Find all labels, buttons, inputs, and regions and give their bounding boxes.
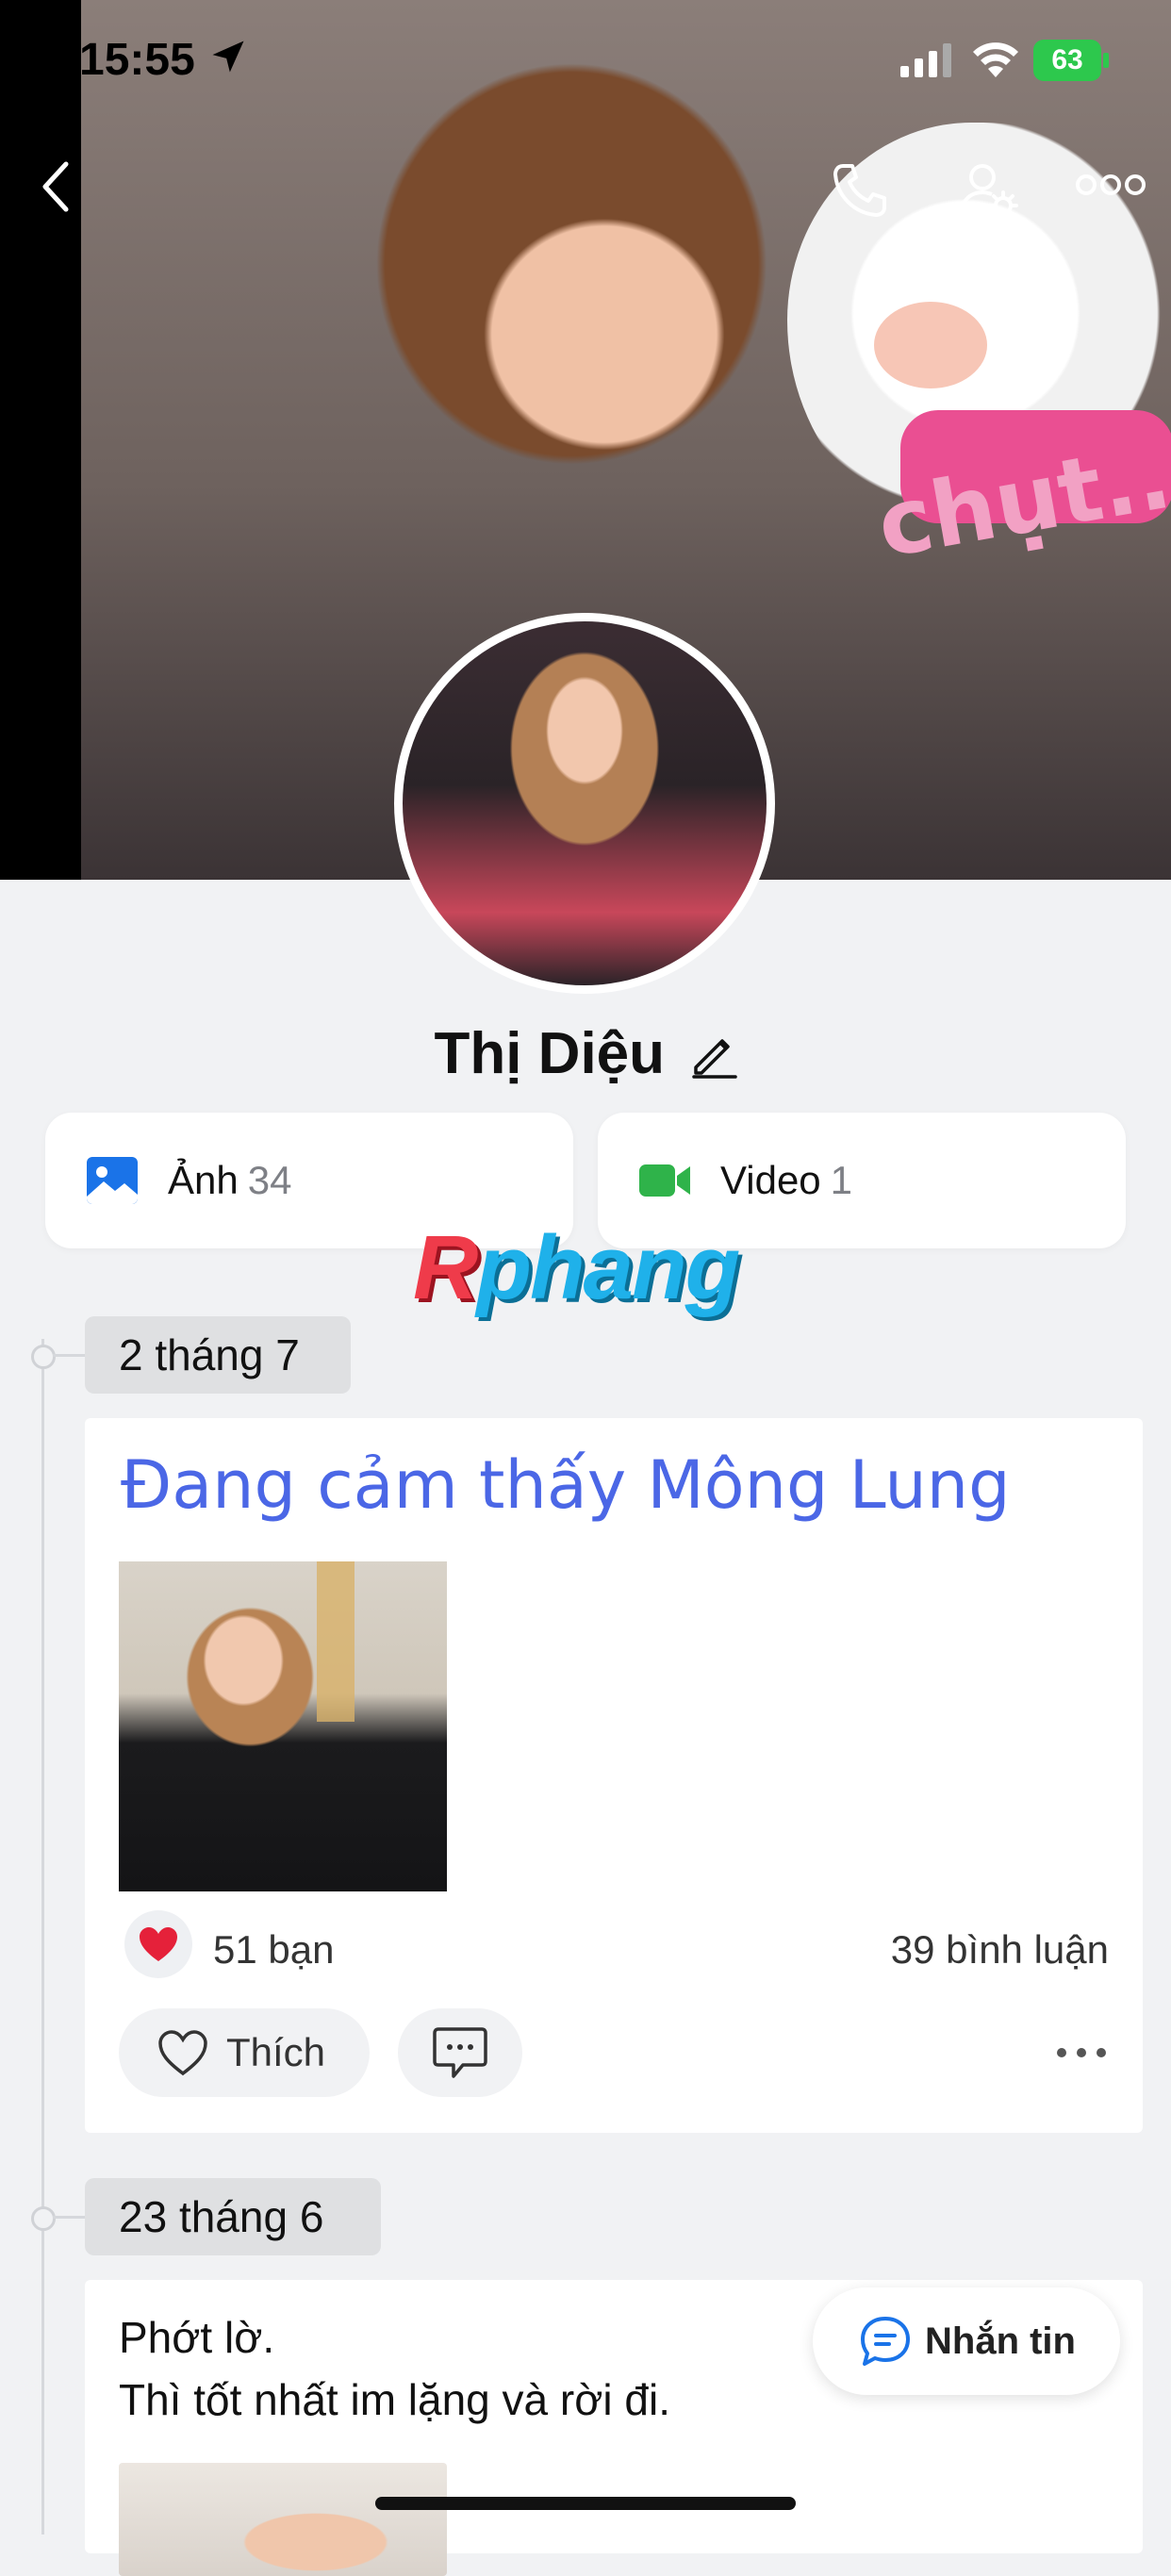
cover-left-margin — [0, 0, 81, 880]
heart-outline-icon — [158, 2030, 207, 2076]
videos-label: Video — [720, 1158, 821, 1202]
more-horizontal-icon — [1076, 174, 1146, 195]
chat-bubble-icon — [861, 2317, 910, 2366]
comment-button[interactable] — [398, 2008, 522, 2097]
timeline-date-chip: 2 tháng 7 — [85, 1316, 351, 1394]
more-options-button[interactable] — [1075, 166, 1146, 204]
timeline-dot — [31, 1345, 56, 1369]
call-button[interactable] — [826, 157, 894, 224]
battery-tip — [1103, 53, 1109, 68]
timeline-dot — [31, 2206, 56, 2231]
profile-avatar[interactable] — [394, 613, 775, 994]
post-photo[interactable] — [119, 2463, 447, 2576]
watermark-logo: Rphang — [413, 1216, 740, 1320]
cellular-signal-icon — [900, 43, 951, 77]
edit-pencil-icon[interactable] — [688, 1030, 737, 1079]
watermark-word: phang — [476, 1217, 740, 1318]
like-button[interactable]: Thích — [119, 2008, 370, 2097]
post-photo[interactable] — [119, 1561, 447, 1891]
avatar-image — [403, 621, 767, 985]
post-text-line: Phớt lờ. — [119, 2313, 275, 2362]
profile-name-row: Thị Diệu — [0, 1020, 1171, 1087]
photos-label: Ảnh — [168, 1158, 239, 1202]
post-more-icon[interactable] — [1054, 2040, 1109, 2065]
comment-count[interactable]: 39 bình luận — [891, 1927, 1109, 1973]
user-settings-icon — [960, 164, 1018, 221]
sticker-nose — [874, 302, 987, 388]
reaction-count[interactable]: 51 bạn — [213, 1927, 334, 1973]
chevron-left-icon — [42, 161, 69, 212]
video-camera-icon — [639, 1164, 690, 1197]
timeline-line — [41, 1339, 44, 2535]
timeline-post: Đang cảm thấy Mông Lung 51 bạn 39 bình l… — [85, 1418, 1143, 2133]
comment-icon — [433, 2027, 487, 2078]
status-time: 15:55 — [79, 35, 195, 85]
timeline-date-chip: 23 tháng 6 — [85, 2178, 381, 2255]
send-message-button[interactable]: Nhắn tin — [813, 2287, 1120, 2395]
image-icon — [87, 1157, 138, 1204]
location-arrow-icon — [212, 41, 244, 73]
back-button[interactable] — [26, 157, 87, 217]
wifi-icon — [973, 42, 1018, 77]
reaction-badge[interactable] — [124, 1910, 192, 1978]
home-indicator — [375, 2497, 796, 2510]
post-text[interactable]: Phớt lờ. Thì tốt nhất im lặng và rời đi. — [119, 2306, 670, 2431]
phone-icon — [833, 164, 886, 217]
send-message-label: Nhắn tin — [925, 2320, 1076, 2362]
battery-indicator: 63 — [1033, 40, 1101, 81]
post-text-line: Thì tốt nhất im lặng và rời đi. — [119, 2375, 670, 2424]
photos-count: 34 — [247, 1158, 292, 1202]
videos-count: 1 — [830, 1158, 853, 1202]
like-label: Thích — [226, 2030, 326, 2074]
post-status-text[interactable]: Đang cảm thấy Mông Lung — [121, 1446, 1011, 1524]
timeline-connector — [53, 1354, 85, 1357]
heart-reaction-icon — [140, 1927, 177, 1961]
friend-settings-button[interactable] — [954, 157, 1022, 224]
profile-name: Thị Diệu — [434, 1021, 666, 1086]
watermark-letter: R — [413, 1217, 478, 1318]
timeline-connector — [53, 2216, 85, 2219]
